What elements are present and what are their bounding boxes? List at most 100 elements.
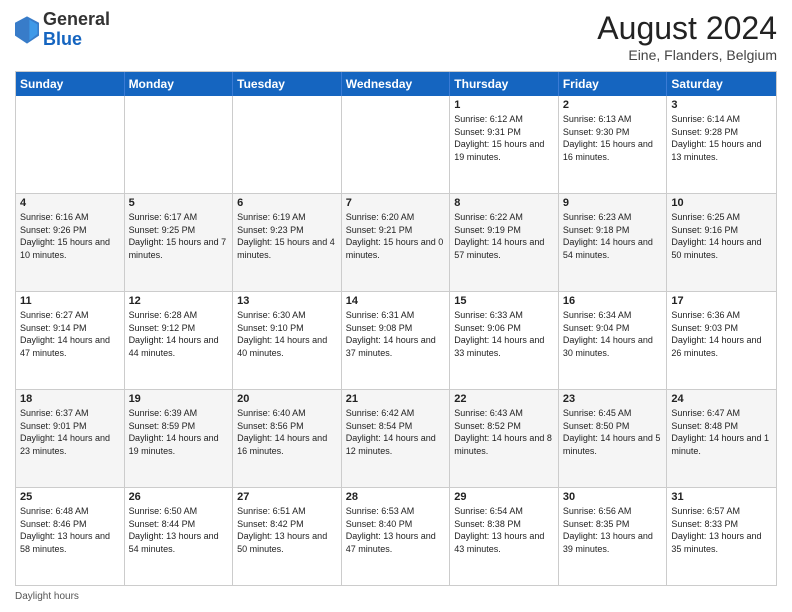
day-number: 19 <box>129 393 229 405</box>
day-number: 31 <box>671 491 772 503</box>
day-info: Sunrise: 6:39 AM Sunset: 8:59 PM Dayligh… <box>129 407 229 457</box>
day-number: 29 <box>454 491 554 503</box>
day-info: Sunrise: 6:53 AM Sunset: 8:40 PM Dayligh… <box>346 505 446 555</box>
day-info: Sunrise: 6:42 AM Sunset: 8:54 PM Dayligh… <box>346 407 446 457</box>
weekday-tuesday: Tuesday <box>233 72 342 96</box>
day-info: Sunrise: 6:33 AM Sunset: 9:06 PM Dayligh… <box>454 309 554 359</box>
day-number: 7 <box>346 197 446 209</box>
weekday-wednesday: Wednesday <box>342 72 451 96</box>
day-number: 21 <box>346 393 446 405</box>
calendar-cell: 6 Sunrise: 6:19 AM Sunset: 9:23 PM Daylig… <box>233 194 342 291</box>
day-info: Sunrise: 6:20 AM Sunset: 9:21 PM Dayligh… <box>346 211 446 261</box>
calendar-cell: 30 Sunrise: 6:56 AM Sunset: 8:35 PM Dayli… <box>559 488 668 585</box>
calendar-cell: 25Sunrise: 6:48 AM Sunset: 8:46 PM Dayli… <box>16 488 125 585</box>
calendar-week-3: 11Sunrise: 6:27 AM Sunset: 9:14 PM Dayli… <box>16 292 776 390</box>
day-info: Sunrise: 6:13 AM Sunset: 9:30 PM Dayligh… <box>563 113 663 163</box>
day-number: 17 <box>671 295 772 307</box>
day-info: Sunrise: 6:27 AM Sunset: 9:14 PM Dayligh… <box>20 309 120 359</box>
calendar-body: 1 Sunrise: 6:12 AM Sunset: 9:31 PM Daylig… <box>16 96 776 585</box>
day-number: 10 <box>671 197 772 209</box>
day-info: Sunrise: 6:19 AM Sunset: 9:23 PM Dayligh… <box>237 211 337 261</box>
day-info: Sunrise: 6:45 AM Sunset: 8:50 PM Dayligh… <box>563 407 663 457</box>
day-number: 2 <box>563 99 663 111</box>
calendar-cell: 15 Sunrise: 6:33 AM Sunset: 9:06 PM Dayli… <box>450 292 559 389</box>
logo: General Blue <box>15 10 110 50</box>
day-number: 30 <box>563 491 663 503</box>
day-number: 13 <box>237 295 337 307</box>
day-info: Sunrise: 6:47 AM Sunset: 8:48 PM Dayligh… <box>671 407 772 457</box>
day-number: 14 <box>346 295 446 307</box>
calendar-cell: 13 Sunrise: 6:30 AM Sunset: 9:10 PM Dayli… <box>233 292 342 389</box>
day-number: 27 <box>237 491 337 503</box>
title-block: August 2024 Eine, Flanders, Belgium <box>597 10 777 63</box>
calendar-cell: 31 Sunrise: 6:57 AM Sunset: 8:33 PM Dayli… <box>667 488 776 585</box>
calendar-cell: 26 Sunrise: 6:50 AM Sunset: 8:44 PM Dayli… <box>125 488 234 585</box>
logo-general: General <box>43 9 110 29</box>
day-info: Sunrise: 6:36 AM Sunset: 9:03 PM Dayligh… <box>671 309 772 359</box>
calendar-cell: 23 Sunrise: 6:45 AM Sunset: 8:50 PM Dayli… <box>559 390 668 487</box>
calendar-cell: 24 Sunrise: 6:47 AM Sunset: 8:48 PM Dayli… <box>667 390 776 487</box>
day-info: Sunrise: 6:50 AM Sunset: 8:44 PM Dayligh… <box>129 505 229 555</box>
location: Eine, Flanders, Belgium <box>597 47 777 63</box>
calendar-cell: 16 Sunrise: 6:34 AM Sunset: 9:04 PM Dayli… <box>559 292 668 389</box>
calendar-cell: 1 Sunrise: 6:12 AM Sunset: 9:31 PM Daylig… <box>450 96 559 193</box>
day-number: 22 <box>454 393 554 405</box>
calendar-cell: 27Sunrise: 6:51 AM Sunset: 8:42 PM Dayli… <box>233 488 342 585</box>
day-number: 4 <box>20 197 120 209</box>
day-number: 9 <box>563 197 663 209</box>
calendar-cell: 14 Sunrise: 6:31 AM Sunset: 9:08 PM Dayli… <box>342 292 451 389</box>
footer: Daylight hours <box>15 591 777 602</box>
calendar-cell <box>16 96 125 193</box>
day-number: 16 <box>563 295 663 307</box>
day-number: 18 <box>20 393 120 405</box>
day-info: Sunrise: 6:37 AM Sunset: 9:01 PM Dayligh… <box>20 407 120 457</box>
calendar-header: Sunday Monday Tuesday Wednesday Thursday… <box>16 72 776 96</box>
calendar-cell: 11Sunrise: 6:27 AM Sunset: 9:14 PM Dayli… <box>16 292 125 389</box>
page: General Blue August 2024 Eine, Flanders,… <box>0 0 792 612</box>
calendar-cell: 21 Sunrise: 6:42 AM Sunset: 8:54 PM Dayli… <box>342 390 451 487</box>
day-info: Sunrise: 6:56 AM Sunset: 8:35 PM Dayligh… <box>563 505 663 555</box>
day-info: Sunrise: 6:23 AM Sunset: 9:18 PM Dayligh… <box>563 211 663 261</box>
daylight-label: Daylight hours <box>15 591 79 602</box>
calendar-cell: 2 Sunrise: 6:13 AM Sunset: 9:30 PM Daylig… <box>559 96 668 193</box>
day-info: Sunrise: 6:30 AM Sunset: 9:10 PM Dayligh… <box>237 309 337 359</box>
calendar-week-4: 18 Sunrise: 6:37 AM Sunset: 9:01 PM Dayli… <box>16 390 776 488</box>
calendar-cell <box>125 96 234 193</box>
day-number: 1 <box>454 99 554 111</box>
weekday-friday: Friday <box>559 72 668 96</box>
calendar-week-2: 4Sunrise: 6:16 AM Sunset: 9:26 PM Daylig… <box>16 194 776 292</box>
day-info: Sunrise: 6:14 AM Sunset: 9:28 PM Dayligh… <box>671 113 772 163</box>
calendar-cell <box>233 96 342 193</box>
calendar-cell: 10 Sunrise: 6:25 AM Sunset: 9:16 PM Dayli… <box>667 194 776 291</box>
day-info: Sunrise: 6:17 AM Sunset: 9:25 PM Dayligh… <box>129 211 229 261</box>
day-info: Sunrise: 6:28 AM Sunset: 9:12 PM Dayligh… <box>129 309 229 359</box>
calendar-cell: 9 Sunrise: 6:23 AM Sunset: 9:18 PM Daylig… <box>559 194 668 291</box>
day-info: Sunrise: 6:12 AM Sunset: 9:31 PM Dayligh… <box>454 113 554 163</box>
day-number: 23 <box>563 393 663 405</box>
calendar-cell: 5Sunrise: 6:17 AM Sunset: 9:25 PM Daylig… <box>125 194 234 291</box>
day-number: 26 <box>129 491 229 503</box>
day-number: 15 <box>454 295 554 307</box>
day-number: 28 <box>346 491 446 503</box>
day-number: 25 <box>20 491 120 503</box>
calendar-cell <box>342 96 451 193</box>
day-number: 8 <box>454 197 554 209</box>
month-title: August 2024 <box>597 10 777 47</box>
day-info: Sunrise: 6:31 AM Sunset: 9:08 PM Dayligh… <box>346 309 446 359</box>
day-info: Sunrise: 6:40 AM Sunset: 8:56 PM Dayligh… <box>237 407 337 457</box>
calendar-cell: 18 Sunrise: 6:37 AM Sunset: 9:01 PM Dayli… <box>16 390 125 487</box>
calendar-cell: 28 Sunrise: 6:53 AM Sunset: 8:40 PM Dayli… <box>342 488 451 585</box>
day-info: Sunrise: 6:57 AM Sunset: 8:33 PM Dayligh… <box>671 505 772 555</box>
day-info: Sunrise: 6:43 AM Sunset: 8:52 PM Dayligh… <box>454 407 554 457</box>
day-number: 3 <box>671 99 772 111</box>
day-number: 24 <box>671 393 772 405</box>
day-number: 6 <box>237 197 337 209</box>
calendar-cell: 29Sunrise: 6:54 AM Sunset: 8:38 PM Dayli… <box>450 488 559 585</box>
calendar-week-5: 25Sunrise: 6:48 AM Sunset: 8:46 PM Dayli… <box>16 488 776 585</box>
calendar-cell: 20Sunrise: 6:40 AM Sunset: 8:56 PM Dayli… <box>233 390 342 487</box>
calendar-cell: 3 Sunrise: 6:14 AM Sunset: 9:28 PM Daylig… <box>667 96 776 193</box>
calendar-cell: 12 Sunrise: 6:28 AM Sunset: 9:12 PM Dayli… <box>125 292 234 389</box>
day-info: Sunrise: 6:34 AM Sunset: 9:04 PM Dayligh… <box>563 309 663 359</box>
day-number: 12 <box>129 295 229 307</box>
day-info: Sunrise: 6:25 AM Sunset: 9:16 PM Dayligh… <box>671 211 772 261</box>
